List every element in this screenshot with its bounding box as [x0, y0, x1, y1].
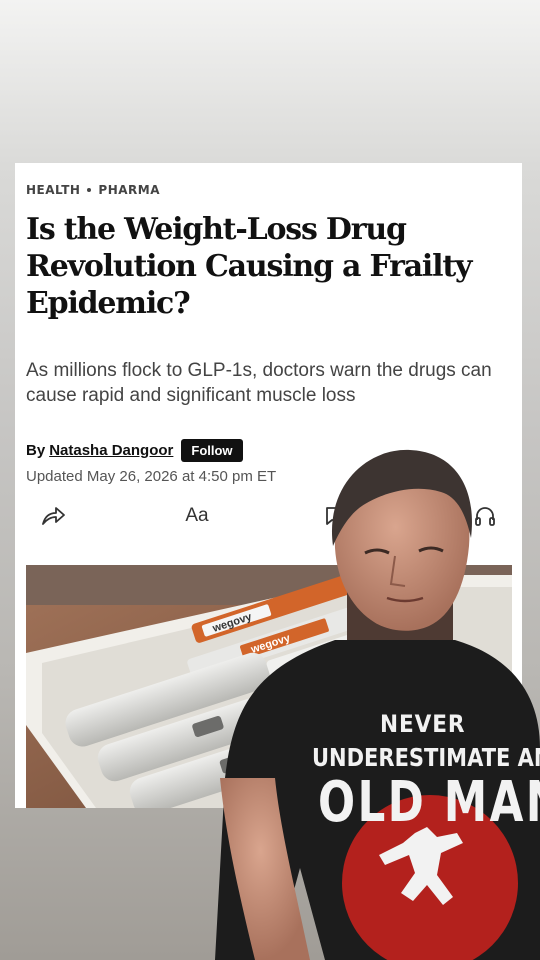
shirt-text-line-3: OLD MAN	[318, 770, 540, 835]
shirt-text-line-1: NEVER	[380, 710, 466, 738]
share-button[interactable]	[37, 501, 69, 531]
separator-dot	[87, 188, 92, 192]
shirt-text-line-2: UNDERESTIMATE AN	[312, 743, 540, 772]
byline-prefix: By	[26, 442, 46, 459]
section-kicker: HEALTH PHARMA	[26, 183, 160, 197]
share-icon	[42, 507, 65, 525]
man-cutout-overlay	[215, 448, 540, 960]
byline: By Natasha Dangoor Follow	[26, 439, 243, 462]
section-label[interactable]: HEALTH	[26, 183, 80, 197]
article-headline: Is the Weight-Loss Drug Revolution Causi…	[26, 212, 472, 321]
article-dek: As millions flock to GLP-1s, doctors war…	[26, 360, 492, 406]
subsection-label[interactable]: PHARMA	[98, 183, 160, 197]
text-size-button[interactable]: Aa	[177, 501, 217, 531]
author-link[interactable]: Natasha Dangoor	[49, 442, 173, 459]
